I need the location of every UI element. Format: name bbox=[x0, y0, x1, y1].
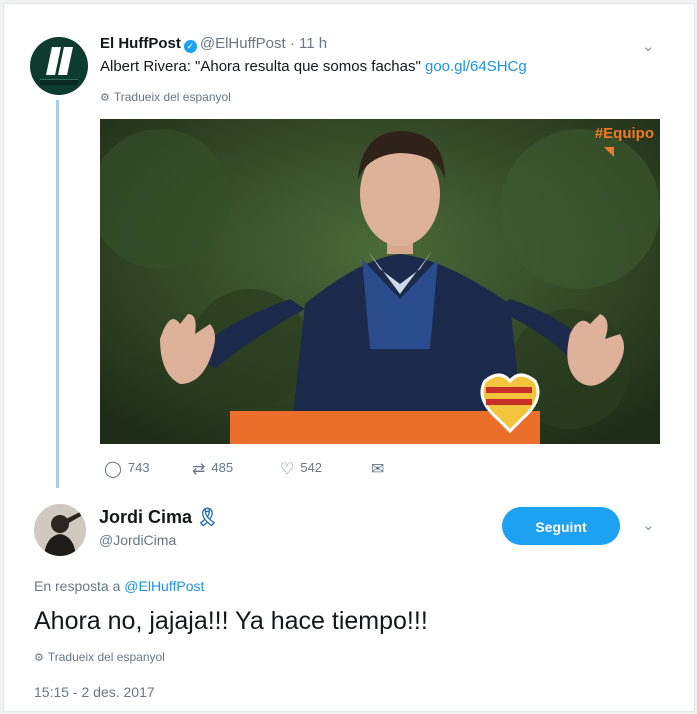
thread-line bbox=[56, 100, 59, 488]
tweet2-author-handle[interactable]: @JordiCima bbox=[99, 532, 176, 548]
tweet1-author-handle[interactable]: @ElHuffPost bbox=[200, 35, 286, 52]
media-hashtag: #Equipo bbox=[594, 125, 654, 142]
jordi-avatar[interactable] bbox=[34, 504, 86, 556]
chevron-down-icon[interactable]: ⌄ bbox=[642, 37, 655, 55]
reply-context: En resposta a @ElHuffPost bbox=[34, 578, 204, 594]
tweet1-separator: · bbox=[289, 35, 295, 52]
following-button[interactable]: Seguint bbox=[502, 507, 620, 545]
retweet-icon: ⇄ bbox=[192, 461, 206, 478]
reply-icon: ◯ bbox=[104, 461, 122, 478]
huffpost-logo-bar-right bbox=[58, 47, 73, 75]
dm-action[interactable]: ✉ bbox=[371, 459, 390, 479]
tweet2-text: Ahora no, jajaja!!! Ya hace tiempo!!! bbox=[34, 607, 428, 635]
huffpost-avatar[interactable] bbox=[30, 37, 88, 95]
reply-action[interactable]: ◯ 743 bbox=[104, 459, 150, 479]
like-action[interactable]: ♡ 542 bbox=[280, 459, 322, 479]
tweet1-body: Albert Rivera: "Ahora resulta que somos … bbox=[100, 58, 421, 75]
tweet1-text: Albert Rivera: "Ahora resulta que somos … bbox=[100, 58, 527, 75]
envelope-icon: ✉ bbox=[371, 461, 385, 478]
tweet2-author-name[interactable]: Jordi Cima bbox=[99, 507, 192, 527]
reply-count: 743 bbox=[127, 460, 150, 475]
globe-icon: ⚙ bbox=[100, 92, 110, 104]
verified-icon: ✓ bbox=[183, 40, 197, 53]
tweet2-author: Jordi Cima 🎗 bbox=[99, 507, 219, 528]
tweet2-timestamp[interactable]: 15:15 - 2 des. 2017 bbox=[34, 684, 155, 700]
tweet1-link[interactable]: goo.gl/64SHCg bbox=[425, 58, 527, 75]
retweet-action[interactable]: ⇄ 485 bbox=[192, 459, 233, 479]
jordi-avatar-photo bbox=[34, 504, 86, 556]
awareness-ribbon-icon: 🎗 bbox=[196, 507, 219, 527]
reply-prefix: En resposta a bbox=[34, 578, 121, 594]
chevron-down-icon[interactable]: ⌄ bbox=[642, 516, 655, 534]
tweet1-translate-label: Tradueix del espanyol bbox=[113, 90, 231, 104]
tweet1-media[interactable]: #Equipo bbox=[100, 119, 660, 444]
screenshot-frame: El HuffPost ✓ @ElHuffPost · 11 h ⌄ Albert … bbox=[3, 3, 695, 712]
reply-handle-link[interactable]: @ElHuffPost bbox=[124, 578, 204, 594]
tweet1-author-name[interactable]: El HuffPost bbox=[100, 35, 181, 52]
heart-icon: ♡ bbox=[280, 461, 295, 478]
media-photo bbox=[100, 119, 660, 444]
retweet-count: 485 bbox=[211, 460, 234, 475]
tweet2-translate[interactable]: ⚙ Tradueix del espanyol bbox=[34, 650, 165, 664]
like-count: 542 bbox=[300, 460, 323, 475]
tweet1-header: El HuffPost ✓ @ElHuffPost · 11 h bbox=[100, 35, 327, 53]
tweet1-translate[interactable]: ⚙ Tradueix del espanyol bbox=[100, 90, 231, 104]
huffpost-logo-strip bbox=[40, 79, 78, 85]
tweet1-time[interactable]: 11 h bbox=[299, 35, 327, 52]
tweet2-translate-label: Tradueix del espanyol bbox=[47, 650, 165, 664]
globe-icon: ⚙ bbox=[34, 652, 44, 664]
media-brand-mark bbox=[604, 147, 614, 157]
